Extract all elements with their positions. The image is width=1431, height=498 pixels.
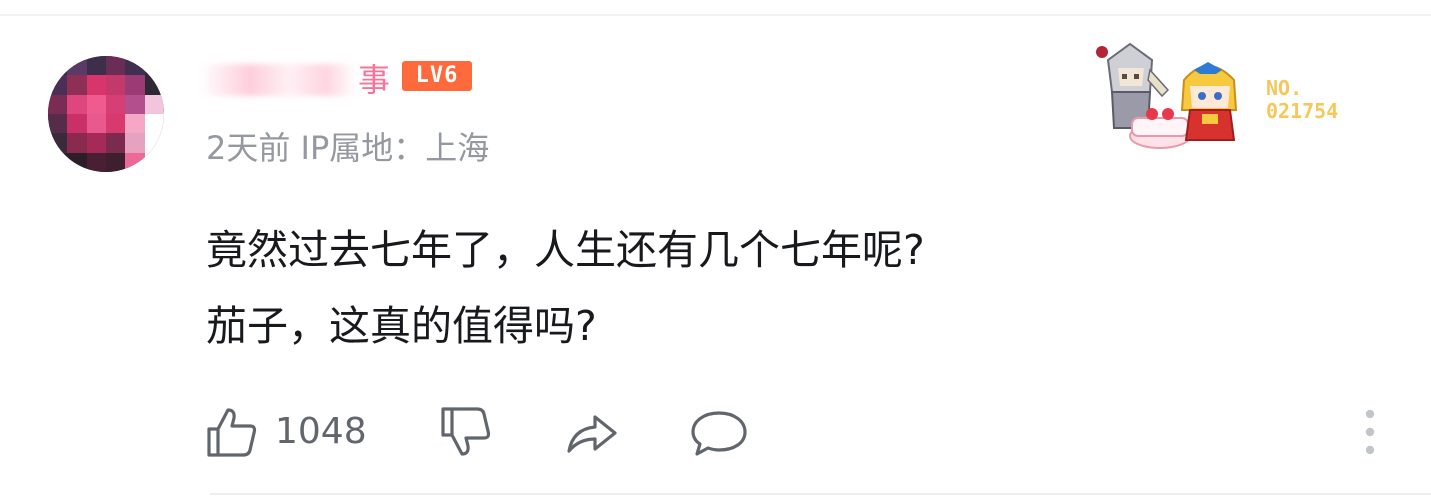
fan-badge-strawberry [1146, 108, 1158, 120]
like-count: 1048 [275, 411, 367, 452]
ip-location: IP属地：上海 [300, 129, 490, 167]
avatar-pixel [48, 75, 68, 95]
avatar-pixel [144, 94, 164, 114]
avatar-pixel [125, 94, 145, 114]
avatar-pixel [106, 75, 126, 95]
avatar-pixel [86, 94, 106, 114]
avatar-pixel [106, 56, 126, 76]
avatar-pixel [67, 114, 87, 134]
avatar-pixel [106, 114, 126, 134]
top-divider [0, 14, 1431, 16]
fan-badge-headband [1194, 62, 1222, 74]
reply-button[interactable] [689, 404, 749, 460]
fan-badge-eye [1134, 74, 1139, 79]
fan-badge-belt [1202, 114, 1218, 124]
comment-meta: 2天前 IP属地：上海 [206, 124, 489, 172]
avatar-pixel [48, 94, 68, 114]
fan-badge-no-value: 021754 [1266, 99, 1339, 123]
avatar-pixel [67, 133, 87, 153]
fan-badge-face [1118, 68, 1144, 86]
fan-badge-strawberry [1162, 108, 1174, 120]
avatar-pixel [144, 152, 164, 172]
avatar-pixel [125, 152, 145, 172]
share-icon [567, 415, 617, 453]
avatar-pixel [67, 94, 87, 114]
avatar-pixel [144, 56, 164, 76]
dislike-button[interactable] [439, 404, 493, 460]
fan-badge-eye [1214, 92, 1222, 100]
avatar-pixel [48, 152, 68, 172]
level-badge: LV6 [402, 61, 472, 91]
avatar-pixel [125, 133, 145, 153]
avatar-pixel [48, 133, 68, 153]
fan-badge-eye [1122, 74, 1127, 79]
more-options-icon[interactable] [1362, 408, 1378, 458]
fan-badge-illustration [1096, 42, 1238, 149]
avatar-pixel [144, 114, 164, 134]
fan-badge-flower [1096, 46, 1108, 58]
username-blurred-part [206, 64, 356, 96]
bottom-divider [210, 493, 1431, 495]
share-button[interactable] [563, 404, 621, 460]
like-button[interactable]: 1048 [205, 404, 367, 460]
avatar-pixel [125, 114, 145, 134]
fan-badge-eye [1198, 92, 1206, 100]
avatar-pixel [67, 152, 87, 172]
avatar-pixel [67, 75, 87, 95]
avatar-pixel [144, 75, 164, 95]
comment-text: 竟然过去七年了，人生还有几个七年呢? 茄子，这真的值得吗? [206, 226, 925, 350]
avatar-pixel [86, 133, 106, 153]
fan-badge-no-label: NO. [1266, 76, 1303, 100]
avatar-pixel [86, 56, 106, 76]
avatar-pixel [48, 114, 68, 134]
fan-badge-number: NO. 021754 [1266, 77, 1338, 123]
avatar[interactable] [48, 56, 164, 172]
avatar-pixel [86, 152, 106, 172]
avatar-pixel [67, 56, 87, 76]
fan-badge-cape [1147, 68, 1170, 98]
reply-bubble-icon [691, 411, 747, 456]
username[interactable]: 事 [206, 56, 390, 100]
thumbs-up-icon [207, 408, 257, 457]
avatar-pixel [86, 114, 106, 134]
avatar-pixel [106, 133, 126, 153]
avatar-pixel [125, 56, 145, 76]
username-visible-text: 事 [358, 61, 391, 99]
avatar-pixel [86, 75, 106, 95]
post-time: 2天前 [206, 129, 291, 167]
thumbs-down-icon [441, 407, 491, 456]
avatar-pixel [106, 152, 126, 172]
avatar-pixel [144, 133, 164, 153]
avatar-pixel [106, 94, 126, 114]
fan-badge-face [1190, 86, 1230, 108]
avatar-pixel [48, 56, 68, 76]
fan-badge-cake-top [1131, 117, 1189, 137]
avatar-pixel [125, 75, 145, 95]
